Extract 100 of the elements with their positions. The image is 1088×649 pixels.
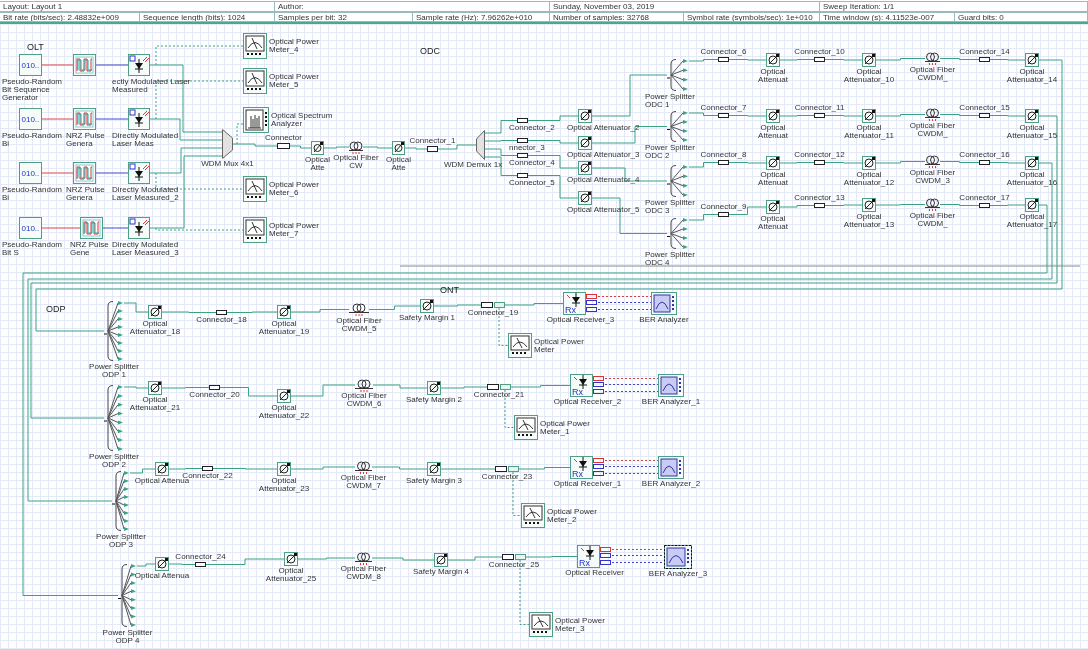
monitor-line: [611, 562, 665, 563]
component-label: Power Splitter ODP 4: [101, 629, 154, 645]
component-label: Connector_1: [409, 137, 456, 145]
component-label: Connector_11: [794, 104, 845, 112]
component-label: Optical Attenuat: [757, 68, 789, 84]
monitor-line: [604, 466, 659, 467]
component-label: Optical Attenuat: [757, 171, 789, 187]
component-label: Optical Attenuator_16: [1005, 171, 1059, 187]
component-label: Connector_12: [794, 151, 845, 159]
component-label: Power Splitter ODC 2: [645, 144, 696, 160]
component-label: Optical Attenuator_22: [257, 404, 311, 420]
component-label: Optical Attenua: [134, 477, 190, 485]
component-label: Power Splitter ODP 1: [88, 363, 140, 379]
component-label: Optical Power Meter_6: [269, 181, 320, 197]
component-label: Connector_8: [700, 151, 747, 159]
info-field: Layout: Layout 1: [0, 1, 275, 12]
component-label: Optical Attenuator_12: [842, 171, 896, 187]
component-label: Optical Atte: [385, 156, 412, 172]
bit-sequence-icon: 010..: [19, 217, 42, 239]
component-label: Pseudo-Random Bit Sequence Generator: [2, 78, 64, 102]
component-label: Optical Fiber CWDM_3: [908, 169, 957, 185]
component-label: Directly Modulated Laser Measured_3: [112, 241, 180, 257]
component-label: Optical Attenuator_19: [257, 320, 311, 336]
component-label: Optical Receiver: [565, 569, 624, 577]
component-label: Connector_2: [509, 124, 555, 132]
component-label: Connector_13: [794, 194, 845, 202]
component-label: Optical Power Meter_5: [269, 73, 320, 89]
component-label: Power Splitter ODC 4: [645, 251, 696, 267]
component-label: Optical Attenuator_14: [1005, 68, 1059, 84]
component-label: Safety Margin 4: [413, 568, 469, 576]
component-label: Pseudo-Random Bi: [2, 186, 64, 202]
component-label: Connector_24: [175, 553, 226, 561]
component-label: Power Splitter ODC 3: [645, 199, 696, 215]
component-label: WDM Mux 4x1: [201, 160, 254, 168]
component-label: Optical Power Meter_3: [555, 617, 606, 633]
component-label: NRZ Pulse Genera: [66, 132, 106, 148]
component-label: Optical Attenuator_23: [257, 477, 311, 493]
component-label: Connector_15: [959, 104, 1010, 112]
component-label: Connector_4: [509, 159, 555, 167]
component-label: Directly Modulated Laser Measured_2: [112, 186, 180, 202]
info-field: Sunday, November 03, 2019: [550, 1, 820, 12]
component-label: Connector_17: [959, 194, 1010, 202]
info-field: Symbol rate (symbols/sec): 1e+010: [684, 11, 820, 22]
component-label: Optical Power Meter_2: [547, 508, 598, 524]
info-field: Author:: [275, 1, 550, 12]
monitor-line: [604, 391, 659, 392]
component-label: Safety Margin 2: [406, 396, 462, 404]
component-label: Optical Attenuator_2: [567, 124, 640, 132]
component-label: Optical Power Meter_4: [269, 38, 320, 54]
info-field: Time window (s): 4.11523e-007: [820, 11, 955, 22]
component-label: Connector_18: [196, 316, 247, 324]
component-label: Optical Attenuator_17: [1005, 213, 1059, 229]
component-label: Connector_6: [700, 48, 747, 56]
component-label: Connector_9: [700, 203, 747, 211]
monitor-line: [236, 123, 244, 145]
info-field: Samples per bit: 32: [275, 11, 413, 22]
bit-sequence-icon: 010..: [19, 162, 42, 184]
section-label: ODC: [420, 46, 440, 56]
component-label: Power Splitter ODP 2: [88, 453, 140, 469]
info-field: Sample rate (Hz): 7.96262e+010: [413, 11, 550, 22]
info-field: Guard bits: 0: [955, 11, 1088, 22]
component-label: BER Analyzer_3: [648, 570, 708, 578]
component-label: Optical Attenuator_25: [264, 567, 318, 583]
component-label: Connector_19: [467, 309, 519, 317]
component-label: Optical Fiber CW: [332, 154, 380, 170]
section-label: ODP: [46, 304, 66, 314]
component-label: Pseudo-Random Bi: [2, 132, 64, 148]
component-label: Optical Fiber CWDM_: [908, 122, 957, 138]
monitor-line: [611, 549, 665, 550]
component-label: Connector_22: [182, 472, 233, 480]
component-label: Optical Receiver_1: [553, 480, 622, 488]
component-label: Optical Fiber CWDM_6: [340, 392, 388, 408]
component-label: Optical Attenuator_18: [128, 320, 182, 336]
monitor-line: [611, 555, 665, 556]
monitor-line: [604, 473, 659, 474]
component-label: Optical Attenuator_15: [1005, 124, 1059, 140]
component-label: Power Splitter ODC 1: [645, 93, 696, 109]
component-label: Connector_16: [959, 151, 1010, 159]
component-label: Optical Receiver_3: [546, 316, 615, 324]
monitor-line: [604, 384, 659, 385]
monitor-line: [597, 302, 652, 303]
component-label: Connector_14: [959, 48, 1010, 56]
component-label: WDM Demux 1x: [444, 161, 503, 169]
component-label: Optical Fiber CWDM_8: [339, 565, 388, 581]
component-label: Optical Receiver_2: [553, 398, 622, 406]
monitor-line: [597, 296, 652, 297]
component-label: Optical Attenuator_11: [843, 124, 895, 140]
monitor-line: [604, 378, 659, 379]
component-label: Optical Power Meter_7: [269, 222, 320, 238]
component-label: Optical Attenuator_3: [567, 151, 640, 159]
component-label: Optical Fiber CWDM_7: [339, 474, 388, 490]
component-label: Pseudo-Random Bit S: [2, 241, 64, 257]
info-field: Sequence length (bits): 1024: [140, 11, 275, 22]
component-label: Optical Fiber CWDM_: [908, 66, 957, 82]
component-label: Connector_10: [794, 48, 845, 56]
component-label: Connector_21: [473, 391, 525, 399]
component-label: Connector_23: [481, 473, 533, 481]
component-label: Optical Attenuator_5: [567, 206, 640, 214]
component-label: Power Splitter ODP 3: [95, 533, 147, 549]
info-field: Number of samples: 32768: [550, 11, 684, 22]
